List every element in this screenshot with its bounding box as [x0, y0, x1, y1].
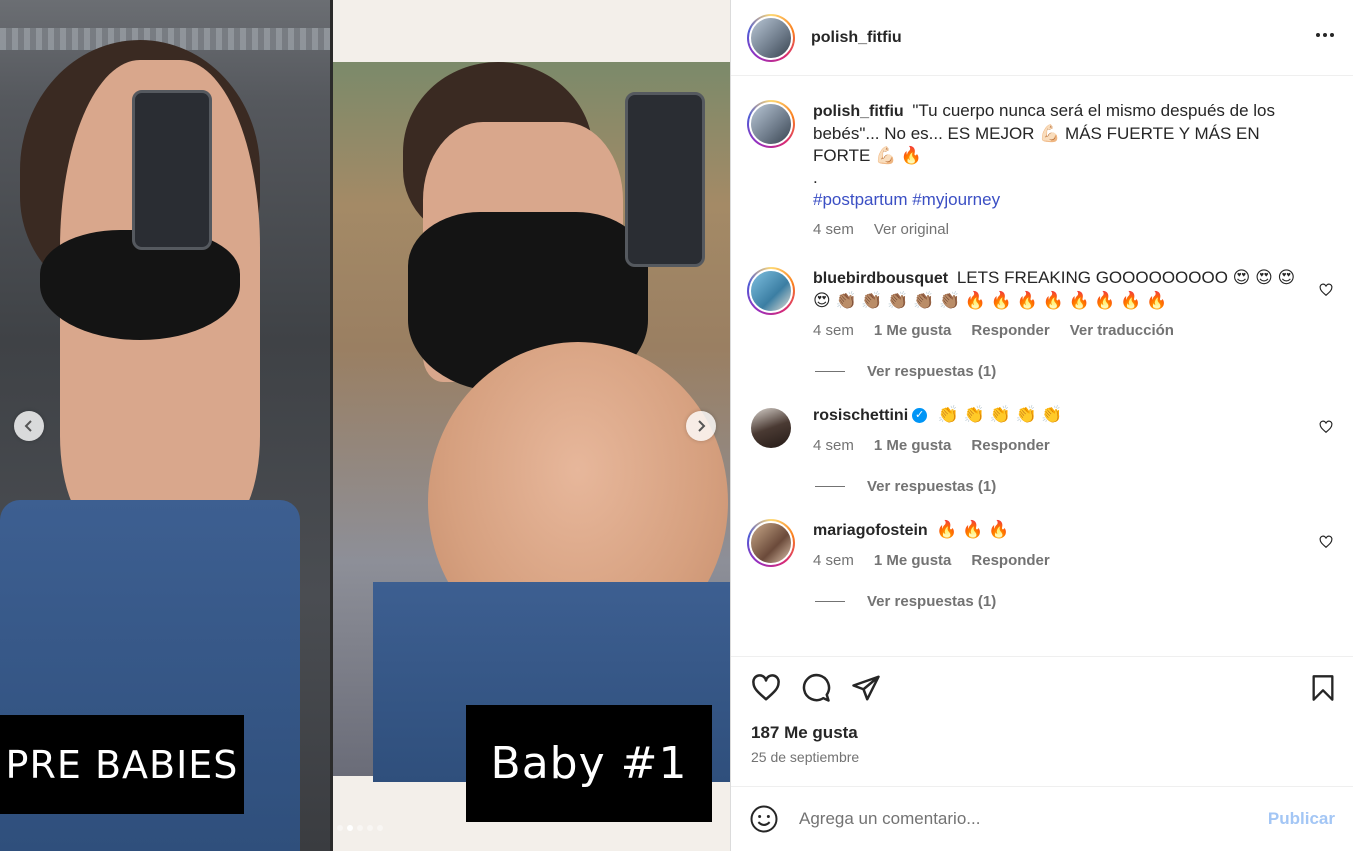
view-replies-label: Ver respuestas (1) — [867, 363, 997, 380]
label-pre-babies: PRE BABIES — [0, 715, 244, 814]
add-comment-bar: Agrega un comentario... Publicar — [731, 786, 1353, 851]
carousel-dot — [377, 825, 383, 831]
comment-icon[interactable] — [801, 673, 831, 703]
baby-1-photo — [333, 62, 730, 782]
comments-list[interactable]: polish_fitfiu "Tu cuerpo nunca será el m… — [731, 76, 1353, 656]
see-original-button[interactable]: Ver original — [874, 219, 949, 241]
carousel-dot — [367, 825, 373, 831]
comment-time[interactable]: 4 sem — [813, 320, 854, 342]
image-pre-babies: PRE BABIES — [0, 0, 330, 851]
comment-text: 🔥 🔥 🔥 — [936, 520, 1010, 539]
chevron-right-icon — [698, 420, 706, 432]
comment-likes[interactable]: 1 Me gusta — [874, 320, 952, 342]
send-icon[interactable] — [851, 673, 881, 703]
next-image-button[interactable] — [686, 411, 716, 441]
comment-avatar[interactable] — [747, 267, 795, 315]
comment-item: rosischettini ✓ 👏 👏 👏 👏 👏 4 sem 1 Me gust… — [747, 404, 1337, 457]
comment-avatar[interactable] — [747, 404, 795, 452]
comment-username[interactable]: bluebirdbousquet — [813, 270, 948, 287]
translate-button[interactable]: Ver traducción — [1070, 320, 1174, 342]
comment-item: bluebirdbousquet LETS FREAKING GOOOOOOOO… — [747, 267, 1337, 342]
caption-avatar[interactable] — [747, 100, 795, 148]
comment-avatar[interactable] — [747, 519, 795, 567]
more-horizontal-icon — [1316, 32, 1334, 37]
chevron-left-icon — [24, 420, 32, 432]
view-replies-button[interactable]: Ver respuestas (1) — [815, 593, 1337, 610]
more-options-button[interactable] — [1313, 23, 1337, 53]
comment-username[interactable]: rosischettini — [813, 407, 908, 424]
comment-time[interactable]: 4 sem — [813, 550, 854, 572]
bookmark-icon[interactable] — [1309, 674, 1337, 702]
carousel-dot — [337, 825, 343, 831]
view-replies-label: Ver respuestas (1) — [867, 478, 997, 495]
label-baby-1: Baby #1 — [466, 705, 712, 822]
post-date: 25 de septiembre — [751, 749, 860, 765]
reply-button[interactable]: Responder — [971, 320, 1049, 342]
reply-button[interactable]: Responder — [971, 435, 1049, 457]
post-media: PRE BABIES Baby #1 — [0, 0, 730, 851]
author-avatar[interactable] — [747, 13, 795, 62]
smiley-icon[interactable] — [749, 804, 779, 834]
comment-likes[interactable]: 1 Me gusta — [874, 435, 952, 457]
caption: polish_fitfiu "Tu cuerpo nunca será el m… — [747, 100, 1337, 241]
view-replies-label: Ver respuestas (1) — [867, 593, 997, 610]
view-replies-button[interactable]: Ver respuestas (1) — [815, 478, 1337, 495]
post-header: polish_fitfiu — [731, 0, 1353, 76]
carousel-dot — [357, 825, 363, 831]
caption-time[interactable]: 4 sem — [813, 219, 854, 241]
author-username[interactable]: polish_fitfiu — [811, 29, 1313, 47]
reply-button[interactable]: Responder — [971, 550, 1049, 572]
comment-like-heart-icon[interactable] — [1319, 535, 1333, 549]
publish-button[interactable]: Publicar — [1268, 809, 1335, 829]
view-replies-button[interactable]: Ver respuestas (1) — [815, 363, 1337, 380]
carousel-dot-active — [347, 825, 353, 831]
comment-like-heart-icon[interactable] — [1319, 283, 1333, 297]
post-dialog: PRE BABIES Baby #1 polish_fitfiu polish_… — [0, 0, 1353, 851]
carousel-dots — [337, 825, 383, 831]
post-actions: 187 Me gusta 25 de septiembre — [731, 656, 1353, 786]
comment-text: 👏 👏 👏 👏 👏 — [937, 405, 1063, 424]
image-baby-1: Baby #1 — [333, 0, 730, 851]
post-side-panel: polish_fitfiu polish_fitfiu "Tu cuerpo n… — [730, 0, 1353, 851]
comment-input[interactable]: Agrega un comentario... — [799, 809, 1268, 829]
caption-dot: . — [813, 168, 818, 187]
heart-icon[interactable] — [751, 673, 781, 703]
previous-image-button[interactable] — [14, 411, 44, 441]
comment-like-heart-icon[interactable] — [1319, 420, 1333, 434]
likes-count[interactable]: 187 Me gusta — [751, 723, 1337, 743]
caption-hashtags[interactable]: #postpartum #myjourney — [813, 189, 1297, 211]
comment-likes[interactable]: 1 Me gusta — [874, 550, 952, 572]
comment-item: mariagofostein 🔥 🔥 🔥 4 sem 1 Me gusta Re… — [747, 519, 1337, 572]
comment-time[interactable]: 4 sem — [813, 435, 854, 457]
verified-badge-icon: ✓ — [912, 408, 928, 424]
caption-username[interactable]: polish_fitfiu — [813, 103, 904, 120]
comment-username[interactable]: mariagofostein — [813, 522, 928, 539]
